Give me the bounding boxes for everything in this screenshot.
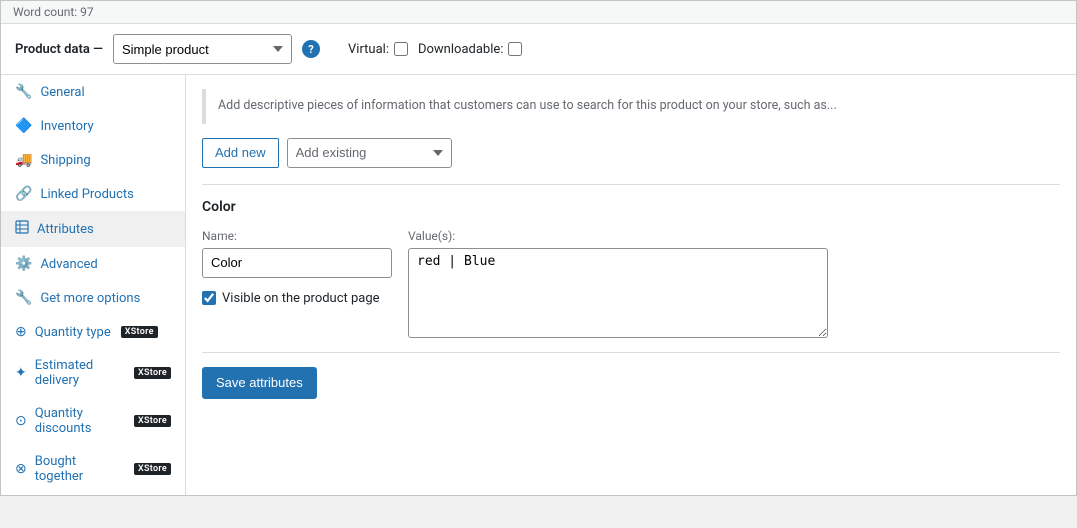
sidebar-item-attributes[interactable]: Attributes	[1, 211, 185, 247]
attribute-values-textarea[interactable]: red | Blue	[408, 248, 828, 338]
values-label: Value(s):	[408, 229, 828, 243]
sidebar-item-label: Attributes	[37, 222, 94, 237]
sidebar: 🔧 General 🔷 Inventory 🚚 Shipping 🔗 Linke…	[1, 75, 186, 495]
downloadable-section: Downloadable:	[418, 42, 522, 57]
quantity-type-icon: ⊕	[15, 324, 27, 340]
shipping-icon: 🚚	[15, 152, 32, 168]
sidebar-item-label: Shipping	[40, 153, 90, 168]
help-icon[interactable]: ?	[302, 40, 320, 58]
xstore-badge: XStore	[134, 463, 171, 475]
info-text: Add descriptive pieces of information th…	[218, 98, 837, 113]
attribute-form: Name: Visible on the product page Value(…	[202, 229, 1060, 338]
divider-bottom	[202, 352, 1060, 353]
values-field-group: Value(s): red | Blue	[408, 229, 828, 338]
attribute-section-title: Color	[202, 199, 1060, 215]
estimated-delivery-icon: ✦	[15, 365, 27, 381]
sidebar-item-inventory[interactable]: 🔷 Inventory	[1, 109, 185, 143]
visible-checkbox-row: Visible on the product page	[202, 291, 392, 306]
xstore-badge: XStore	[134, 415, 171, 427]
sidebar-item-label: Quantity discounts	[35, 406, 124, 436]
wrench-icon: 🔧	[15, 84, 32, 100]
product-data-label: Product data —	[15, 42, 103, 57]
sidebar-item-get-more-options[interactable]: 🔧 Get more options	[1, 281, 185, 315]
sidebar-item-label: Get more options	[40, 291, 140, 306]
gear-icon: ⚙️	[15, 256, 32, 272]
attributes-icon	[15, 220, 29, 238]
sidebar-item-label: Advanced	[40, 257, 97, 272]
sidebar-item-bought-together[interactable]: ⊗ Bought together XStore	[1, 445, 185, 493]
info-box: Add descriptive pieces of information th…	[202, 89, 1060, 124]
xstore-badge: XStore	[134, 367, 171, 379]
content-area: Add descriptive pieces of information th…	[186, 75, 1076, 495]
add-existing-select[interactable]: Add existing	[287, 138, 452, 168]
sidebar-item-shipping[interactable]: 🚚 Shipping	[1, 143, 185, 177]
sidebar-item-label: Inventory	[40, 119, 93, 134]
visible-label: Visible on the product page	[222, 291, 380, 306]
attribute-name-input[interactable]	[202, 248, 392, 278]
virtual-section: Virtual:	[348, 42, 408, 57]
sidebar-item-advanced[interactable]: ⚙️ Advanced	[1, 247, 185, 281]
product-type-select[interactable]: Simple product Variable product Grouped …	[113, 34, 292, 64]
sidebar-item-label: Bought together	[35, 454, 124, 484]
name-label: Name:	[202, 229, 392, 243]
sidebar-item-label: Estimated delivery	[35, 358, 124, 388]
add-buttons-row: Add new Add existing	[202, 138, 1060, 168]
name-field-group: Name: Visible on the product page	[202, 229, 392, 306]
sidebar-item-label: General	[40, 85, 84, 100]
sidebar-item-general[interactable]: 🔧 General	[1, 75, 185, 109]
sidebar-item-linked-products[interactable]: 🔗 Linked Products	[1, 177, 185, 211]
sidebar-item-quantity-type[interactable]: ⊕ Quantity type XStore	[1, 315, 185, 349]
add-new-button[interactable]: Add new	[202, 138, 279, 168]
save-attributes-button[interactable]: Save attributes	[202, 367, 317, 399]
virtual-checkbox[interactable]	[394, 42, 408, 56]
quantity-discounts-icon: ⊙	[15, 413, 27, 429]
product-data-header: Product data — Simple product Variable p…	[1, 24, 1076, 75]
virtual-label: Virtual:	[348, 42, 389, 57]
inventory-icon: 🔷	[15, 118, 32, 134]
sidebar-item-label: Linked Products	[40, 187, 133, 202]
sidebar-item-quantity-discounts[interactable]: ⊙ Quantity discounts XStore	[1, 397, 185, 445]
divider	[202, 184, 1060, 185]
bought-together-icon: ⊗	[15, 461, 27, 477]
sidebar-item-label: Quantity type	[35, 325, 111, 340]
link-icon: 🔗	[15, 186, 32, 202]
options-icon: 🔧	[15, 290, 32, 306]
downloadable-checkbox[interactable]	[508, 42, 522, 56]
word-count-bar: Word count: 97	[1, 1, 1076, 24]
main-layout: 🔧 General 🔷 Inventory 🚚 Shipping 🔗 Linke…	[1, 75, 1076, 495]
product-data-panel: Word count: 97 Product data — Simple pro…	[0, 0, 1077, 496]
xstore-badge: XStore	[121, 326, 158, 338]
sidebar-item-estimated-delivery[interactable]: ✦ Estimated delivery XStore	[1, 349, 185, 397]
visible-checkbox[interactable]	[202, 291, 216, 305]
downloadable-label: Downloadable:	[418, 42, 503, 57]
word-count-text: Word count: 97	[13, 5, 94, 19]
